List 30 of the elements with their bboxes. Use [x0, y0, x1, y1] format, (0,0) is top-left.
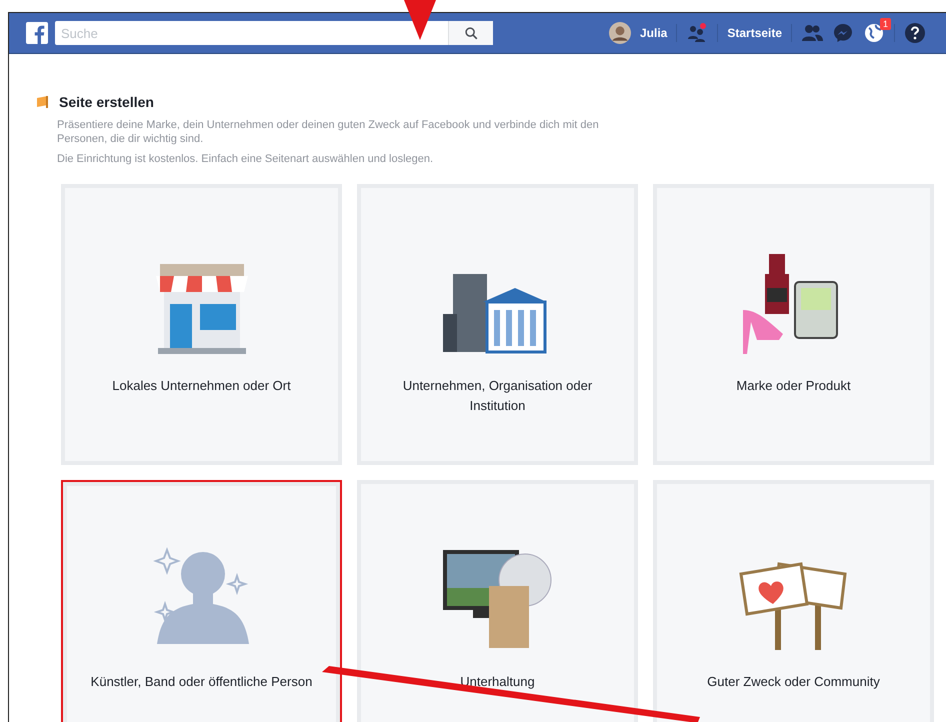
- category-label: Künstler, Band oder öffentliche Person: [90, 672, 314, 690]
- page-title: Seite erstellen: [59, 94, 154, 110]
- category-label: Marke oder Produkt: [735, 376, 852, 394]
- f-logo-icon[interactable]: [26, 22, 48, 44]
- avatar-icon[interactable]: [609, 22, 631, 44]
- friends-icon[interactable]: [801, 23, 824, 43]
- globe-icon[interactable]: [863, 23, 886, 43]
- annotation-arrow: [404, 0, 436, 40]
- profile-name[interactable]: Julia: [640, 26, 668, 40]
- category-label: Unternehmen, Organisation oder Institution: [402, 376, 594, 414]
- search-button[interactable]: [448, 21, 493, 45]
- category-card[interactable]: Marke oder Produkt: [653, 184, 934, 465]
- flag-icon: [35, 95, 51, 109]
- category-card[interactable]: Unterhaltung: [357, 480, 638, 722]
- help-icon[interactable]: [904, 23, 926, 43]
- search-icon: [464, 26, 478, 40]
- friend-requests-icon[interactable]: [686, 23, 708, 43]
- category-label: Unterhaltung: [459, 672, 536, 691]
- category-label: Lokales Unternehmen oder Ort: [111, 376, 292, 394]
- messenger-icon[interactable]: [832, 23, 854, 43]
- search-field[interactable]: Suche: [55, 21, 448, 45]
- category-card[interactable]: Lokales Unternehmen oder Ort: [61, 184, 342, 465]
- page-description: Präsentiere deine Marke, dein Unternehmen oder deinen guten Zweck auf Facebook und verbinde dich mit den Personen, die dir wichtig sind.: [57, 118, 600, 146]
- home-link[interactable]: Startseite: [727, 26, 782, 40]
- category-card[interactable]: Unternehmen, Organisation oder Institution: [357, 184, 638, 465]
- category-card[interactable]: Guter Zweck oder Community: [653, 480, 934, 722]
- category-card[interactable]: Künstler, Band oder öffentliche Person: [61, 480, 342, 722]
- info-text: Die Einrichtung ist kostenlos. Einfach eine Seitenart auswählen und loslegen.: [57, 152, 434, 166]
- notification-badge: 1: [880, 18, 892, 30]
- category-label: Guter Zweck oder Community: [706, 672, 881, 691]
